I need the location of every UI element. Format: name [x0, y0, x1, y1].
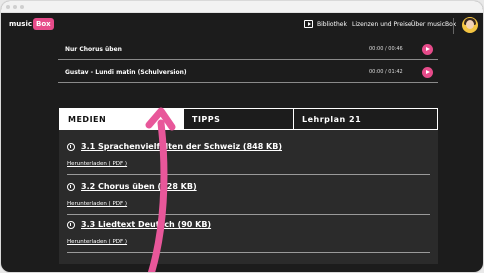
library-icon[interactable] [304, 20, 313, 28]
media-link[interactable]: 3.1 Sprachenvielfalten der Schweiz (848 … [81, 142, 282, 151]
list-item: 3.2 Chorus üben (228 KB) Herunterladen (… [67, 181, 430, 215]
download-icon[interactable] [67, 143, 75, 151]
download-link[interactable]: Herunterladen ( PDF ) [67, 201, 127, 207]
download-link[interactable]: Herunterladen ( PDF ) [67, 161, 127, 167]
tab-lehrplan-21[interactable]: Lehrplan 21 [293, 109, 437, 129]
tab-label: TIPPS [192, 115, 221, 124]
nav-divider [453, 18, 454, 34]
tab-label: MEDIEN [68, 115, 107, 124]
track-title: Nur Chorus üben [65, 46, 122, 53]
track-title: Gustav - Lundi matin (Schulversion) [65, 69, 187, 76]
track-time: 00:00 / 01:42 [369, 69, 403, 75]
list-item: 3.3 Liedtext Deutsch (90 KB) Herunterlad… [67, 219, 430, 253]
nav-lizenzen[interactable]: Lizenzen und Preise [352, 21, 412, 28]
window-dot[interactable] [6, 5, 10, 9]
download-icon[interactable] [67, 221, 75, 229]
nav-bibliothek[interactable]: Bibliothek [317, 21, 347, 28]
track-time: 00:00 / 00:46 [369, 46, 403, 52]
nav-ueber[interactable]: Über musicBox [411, 21, 456, 28]
list-item: 3.1 Sprachenvielfalten der Schweiz (848 … [67, 141, 430, 175]
top-nav: music Box Bibliothek Lizenzen und Preise … [1, 13, 483, 39]
window-chrome [1, 1, 483, 13]
track-row: Nur Chorus üben 00:00 / 00:46 [58, 40, 438, 60]
download-link[interactable]: Herunterladen ( PDF ) [67, 239, 127, 245]
tab-tipps[interactable]: TIPPS [184, 109, 293, 129]
avatar-face [466, 20, 474, 29]
avatar[interactable] [462, 17, 478, 33]
track-row: Gustav - Lundi matin (Schulversion) 00:0… [58, 63, 438, 83]
logo-text: music [9, 20, 32, 28]
media-link[interactable]: 3.2 Chorus üben (228 KB) [81, 182, 197, 191]
play-icon[interactable] [422, 67, 433, 78]
download-icon[interactable] [67, 183, 75, 191]
tab-medien[interactable]: MEDIEN [60, 109, 184, 129]
media-panel: 3.1 Sprachenvielfalten der Schweiz (848 … [59, 130, 438, 264]
window-dot[interactable] [20, 5, 24, 9]
tab-label: Lehrplan 21 [302, 115, 362, 124]
logo-box: Box [33, 18, 54, 30]
window-dot[interactable] [13, 5, 17, 9]
tab-bar: MEDIEN TIPPS Lehrplan 21 [59, 108, 438, 130]
app-window: music Box Bibliothek Lizenzen und Preise … [0, 0, 484, 273]
play-icon[interactable] [422, 44, 433, 55]
musicbox-logo[interactable]: music Box [9, 18, 54, 30]
media-link[interactable]: 3.3 Liedtext Deutsch (90 KB) [81, 220, 211, 229]
